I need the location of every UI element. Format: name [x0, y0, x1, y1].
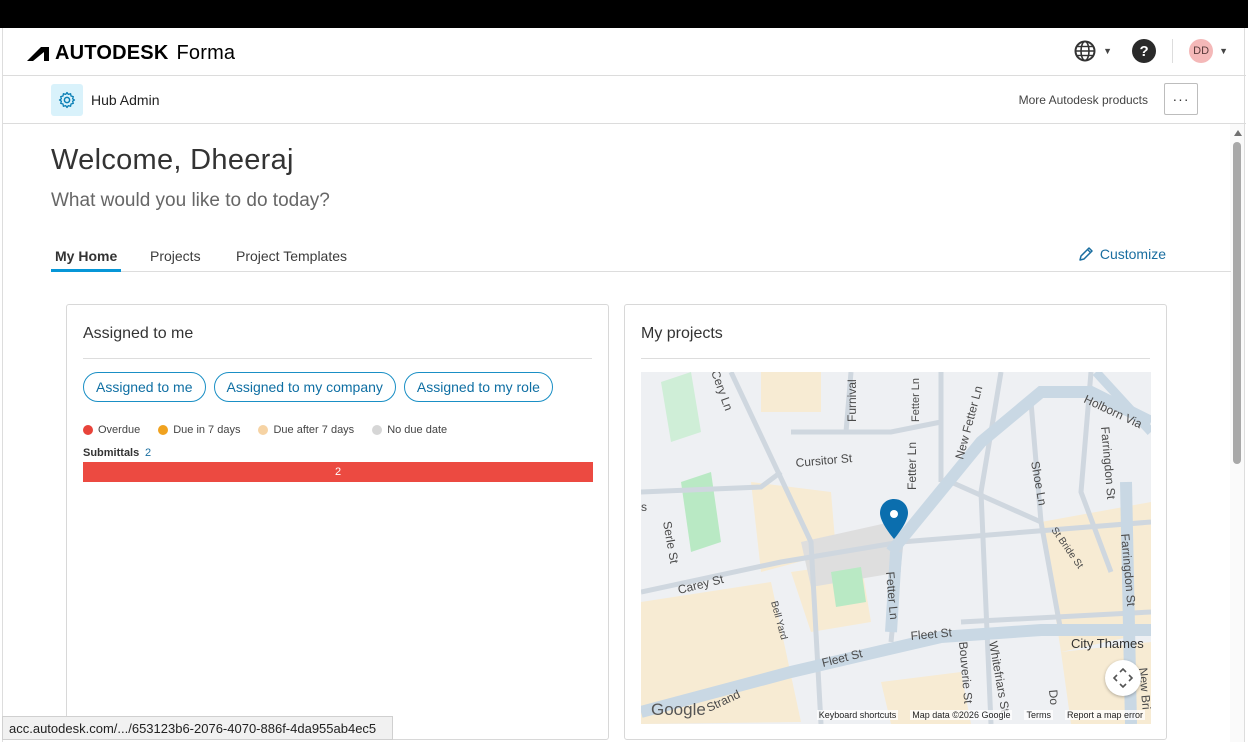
divider: [83, 358, 592, 359]
globe-icon[interactable]: [1073, 39, 1097, 63]
tab-projects[interactable]: Projects: [150, 248, 201, 272]
filter-assigned-to-me[interactable]: Assigned to me: [83, 372, 206, 402]
customize-button[interactable]: Customize: [1078, 246, 1166, 262]
legend-label: Due after 7 days: [273, 424, 355, 436]
app-frame: AUTODESK Forma ▼ ? DD ▼ Hub Admin More A…: [2, 28, 1246, 742]
terms-link[interactable]: Terms: [1024, 710, 1053, 720]
brand-name: AUTODESK: [55, 42, 169, 64]
scrollbar-thumb[interactable]: [1233, 142, 1241, 464]
map-label: Do: [1046, 689, 1061, 706]
legend-dot-due-7: [158, 425, 169, 435]
legend-dot-overdue: [83, 425, 93, 435]
filter-assigned-to-my-company[interactable]: Assigned to my company: [213, 372, 396, 402]
legend-due-in-7-days: Due in 7 days: [158, 424, 240, 436]
chevron-down-icon[interactable]: ▼: [1103, 46, 1112, 56]
assignment-filter-group: Assigned to me Assigned to my company As…: [83, 372, 553, 402]
legend-label: No due date: [387, 424, 448, 436]
page-title: Welcome, Dheeraj: [51, 144, 294, 176]
chevron-down-icon[interactable]: ▼: [1219, 46, 1228, 56]
page-subtitle: What would you like to do today?: [51, 190, 330, 211]
more-options-button[interactable]: ···: [1164, 83, 1198, 115]
submittals-overdue-bar[interactable]: 2: [83, 462, 593, 482]
divider: [641, 358, 1150, 359]
autodesk-logo-icon: [27, 46, 49, 61]
browser-top-bar: [0, 0, 1248, 28]
map-attribution: Keyboard shortcuts Map data ©2026 Google…: [641, 706, 1151, 724]
hub-admin-label[interactable]: Hub Admin: [91, 92, 159, 108]
header-actions: ▼ ? DD ▼: [1073, 39, 1228, 63]
app-header: AUTODESK Forma ▼ ? DD ▼: [3, 28, 1246, 76]
legend-dot-due-after: [258, 425, 269, 435]
user-avatar[interactable]: DD: [1189, 39, 1214, 63]
legend-no-due-date: No due date: [372, 424, 447, 436]
legend-dot-no-due: [372, 425, 383, 435]
map-label: s: [641, 500, 647, 514]
scrollbar[interactable]: [1230, 124, 1244, 742]
submittals-count[interactable]: 2: [145, 447, 151, 459]
card-title: My projects: [641, 325, 723, 342]
legend-due-after-7-days: Due after 7 days: [258, 424, 354, 436]
report-map-error-link[interactable]: Report a map error: [1064, 710, 1145, 720]
legend-overdue: Overdue: [83, 424, 140, 436]
assigned-to-me-card: Assigned to me Assigned to me Assigned t…: [66, 304, 609, 740]
tab-my-home[interactable]: My Home: [50, 248, 122, 272]
help-icon[interactable]: ?: [1132, 39, 1157, 63]
map-pan-control-icon[interactable]: [1105, 660, 1141, 696]
map-label: City Thames: [1071, 636, 1144, 651]
submittals-label: Submittals: [83, 447, 140, 459]
map-label: Fetter Ln: [910, 378, 922, 422]
tab-bar: My Home Projects Project Templates: [50, 244, 1231, 272]
chart-legend: Overdue Due in 7 days Due after 7 days N…: [83, 424, 447, 436]
projects-map[interactable]: Cery Ln Furnival Fetter Ln New Fetter Ln…: [641, 372, 1151, 724]
card-title: Assigned to me: [83, 325, 194, 342]
map-canvas[interactable]: Cery Ln Furnival Fetter Ln New Fetter Ln…: [641, 372, 1151, 724]
my-projects-card: My projects Cery Ln Furnival Fetter Ln N…: [624, 304, 1167, 740]
customize-label: Customize: [1099, 246, 1166, 262]
gear-icon[interactable]: [51, 84, 83, 116]
divider: [1172, 39, 1174, 63]
sub-header: Hub Admin More Autodesk products ···: [3, 76, 1246, 124]
filter-assigned-to-my-role[interactable]: Assigned to my role: [403, 372, 553, 402]
legend-label: Due in 7 days: [173, 424, 241, 436]
scroll-up-arrow-icon[interactable]: [1234, 130, 1242, 136]
product-name: Forma: [176, 42, 236, 64]
keyboard-shortcuts-link[interactable]: Keyboard shortcuts: [816, 710, 899, 720]
legend-label: Overdue: [98, 424, 141, 436]
status-bar-url: acc.autodesk.com/.../653123b6-2076-4070-…: [2, 716, 394, 740]
map-label: Furnival: [845, 379, 859, 422]
map-label: Fetter Ln: [905, 442, 919, 490]
autodesk-forma-logo[interactable]: AUTODESK Forma: [27, 42, 235, 65]
more-autodesk-products-link[interactable]: More Autodesk products: [1019, 93, 1148, 107]
map-data-label: Map data ©2026 Google: [910, 710, 1013, 720]
pencil-icon: [1079, 247, 1093, 261]
tab-project-templates[interactable]: Project Templates: [236, 248, 347, 272]
